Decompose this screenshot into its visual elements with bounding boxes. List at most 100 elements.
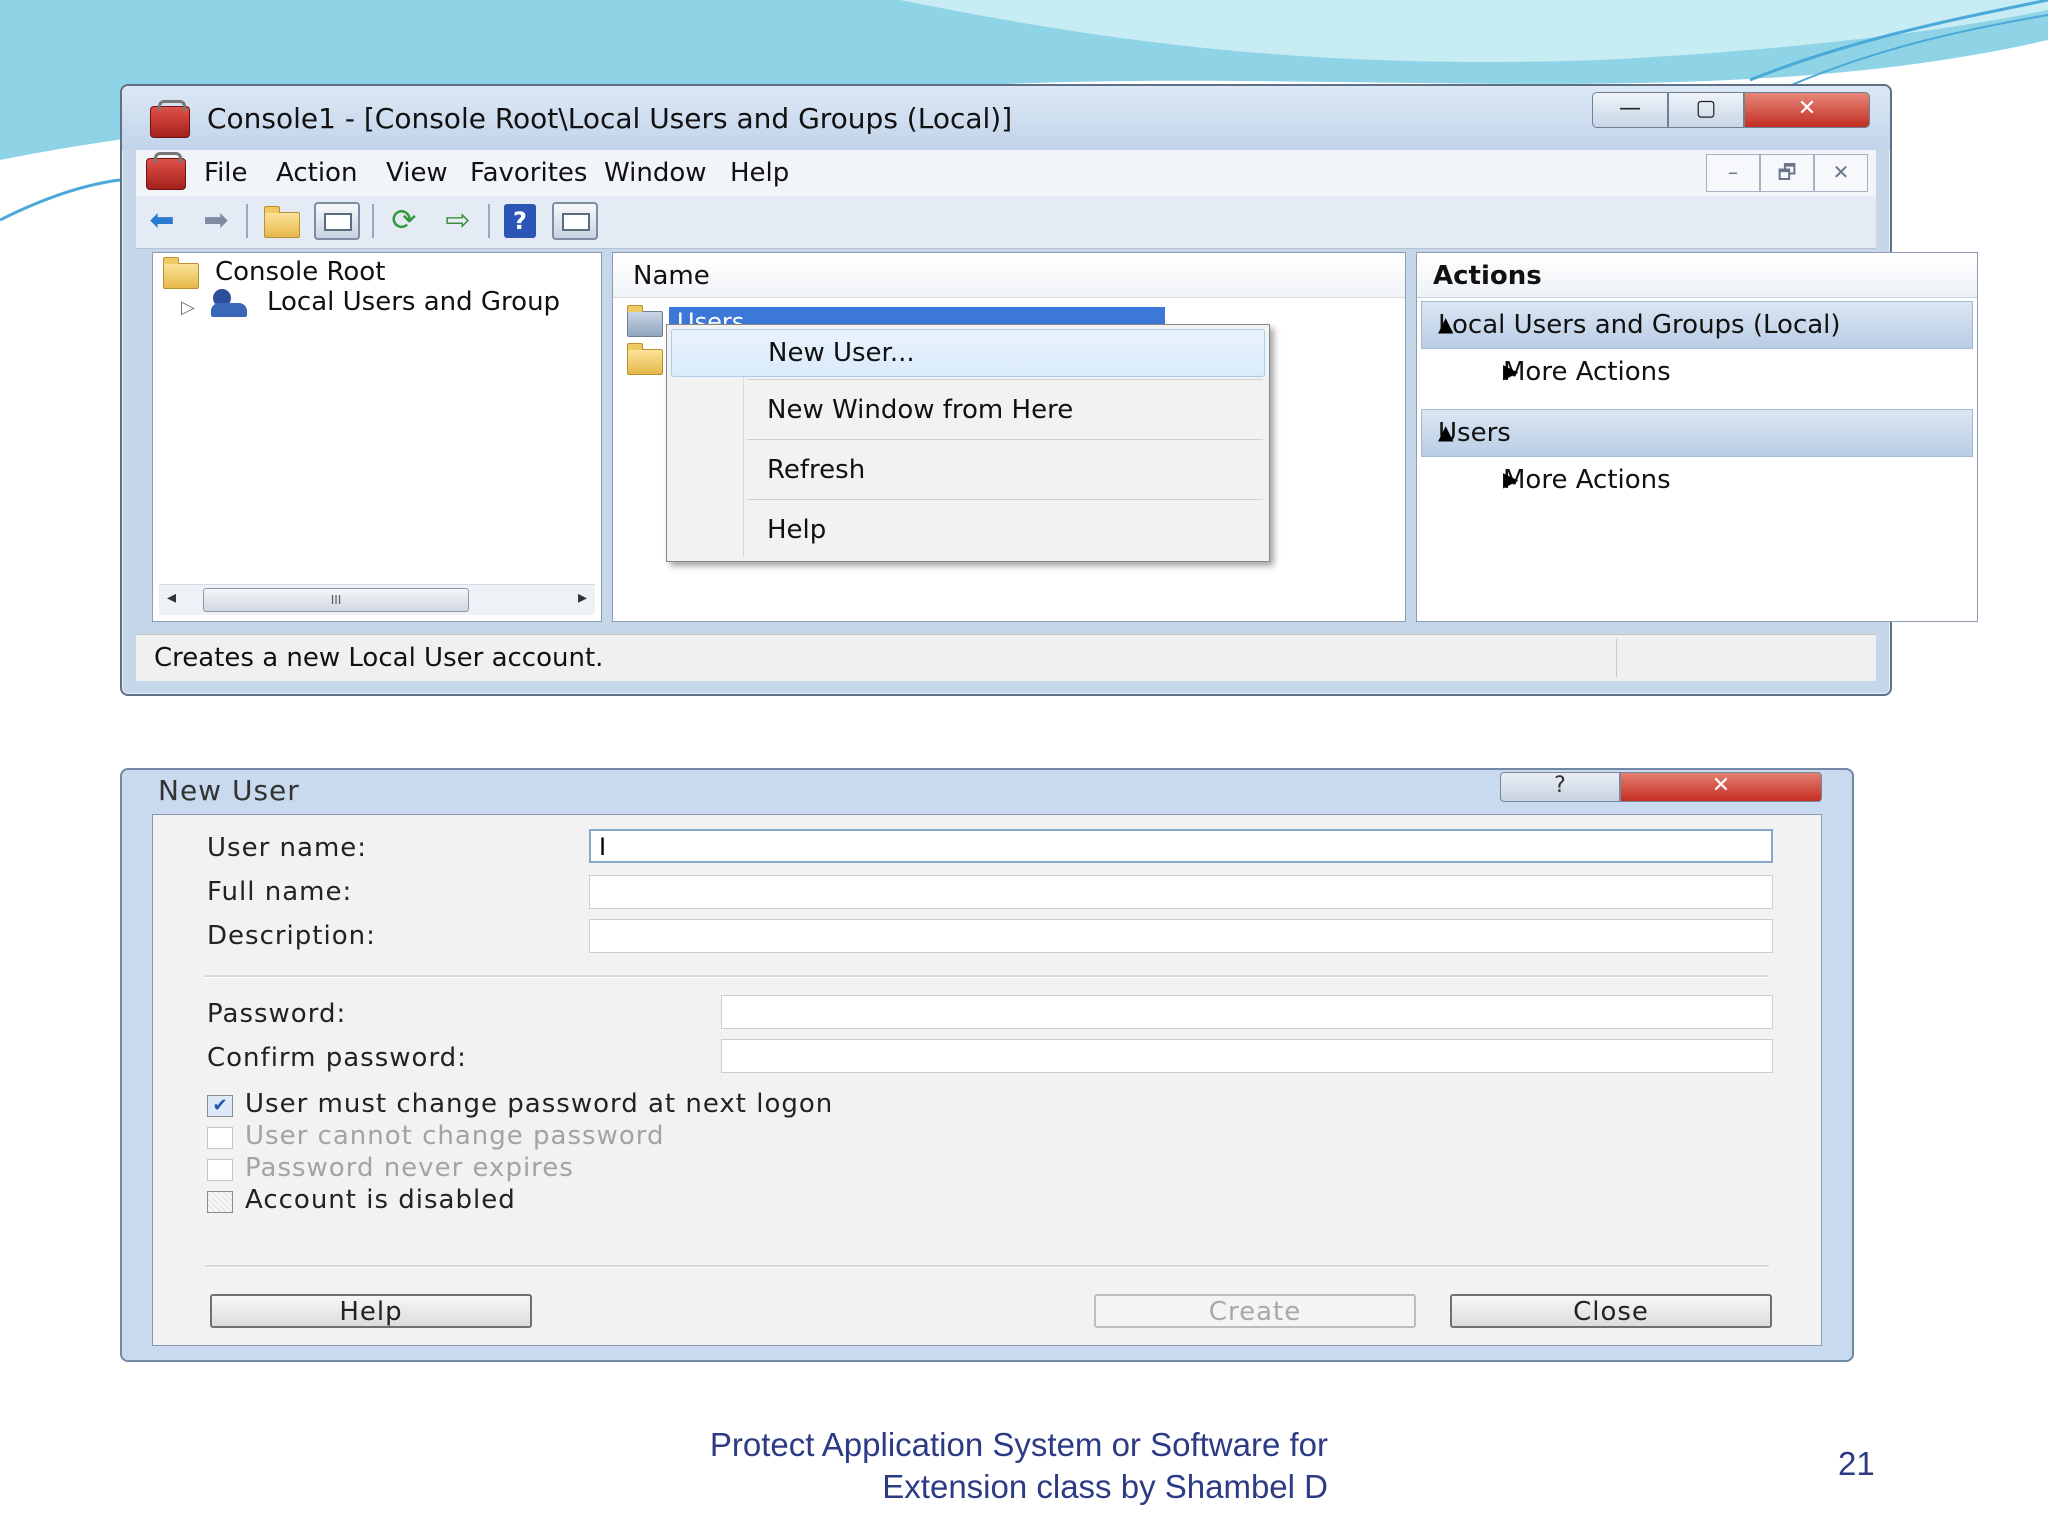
- menu-file[interactable]: File: [204, 158, 248, 188]
- menu-help[interactable]: Help: [730, 158, 789, 188]
- context-item-help[interactable]: Help: [671, 507, 1265, 553]
- forward-arrow-icon[interactable]: ➡: [198, 204, 234, 238]
- account-disabled-checkbox[interactable]: [207, 1191, 233, 1213]
- action-more-actions[interactable]: More Actions ▶: [1421, 351, 1973, 395]
- actions-group-local-users[interactable]: Local Users and Groups (Local) ▲: [1421, 301, 1973, 349]
- back-arrow-icon[interactable]: ⬅: [144, 204, 180, 238]
- tree-item-console-root[interactable]: Console Root: [215, 257, 385, 287]
- toolbar-separator: [488, 204, 490, 238]
- cannot-change-password-label: User cannot change password: [245, 1121, 665, 1151]
- column-header-name[interactable]: Name: [613, 253, 1174, 298]
- full-name-field[interactable]: [589, 875, 1773, 909]
- dialog-help-button[interactable]: ?: [1500, 772, 1620, 802]
- actions-pane: Actions Local Users and Groups (Local) ▲…: [1416, 252, 1978, 622]
- password-label: Password:: [207, 999, 347, 1029]
- show-hide-console-tree-icon[interactable]: [314, 202, 360, 240]
- menu-favorites[interactable]: Favorites: [470, 158, 587, 188]
- refresh-icon[interactable]: ⟳: [386, 204, 422, 238]
- child-restore-button[interactable]: 🗗: [1760, 154, 1814, 192]
- users-group-icon: [211, 289, 249, 317]
- action-more-actions[interactable]: More Actions ▶: [1421, 459, 1973, 503]
- divider: [205, 1265, 1769, 1268]
- slide-footer: Protect Application System or Software f…: [620, 1424, 1328, 1508]
- caption-buttons: — ▢ ✕: [1592, 92, 1870, 128]
- console-tree-pane: Console Root ▷ Local Users and Group ◂ I…: [152, 252, 602, 622]
- menu-window[interactable]: Window: [604, 158, 707, 188]
- divider: [205, 975, 1769, 978]
- show-hide-action-pane-icon[interactable]: [552, 202, 598, 240]
- tree-item-local-users-and-groups[interactable]: Local Users and Group: [267, 287, 560, 317]
- must-change-password-checkbox[interactable]: ✔: [207, 1095, 233, 1117]
- column-header-label: Name: [633, 261, 710, 291]
- help-button[interactable]: Help: [210, 1294, 532, 1328]
- scroll-left-icon[interactable]: ◂: [167, 587, 176, 608]
- dialog-title: New User: [158, 774, 300, 807]
- dialog-body: User name: I Full name: Description: Pas…: [152, 814, 1822, 1346]
- help-icon[interactable]: ?: [504, 204, 536, 238]
- actions-header: Actions: [1417, 253, 1977, 298]
- toolbar-separator: [246, 204, 248, 238]
- new-user-dialog: New User ? ✕ User name: I Full name: Des…: [120, 768, 1854, 1362]
- users-folder-icon: [627, 305, 663, 337]
- dialog-caption-buttons: ? ✕: [1500, 772, 1822, 802]
- menu-view[interactable]: View: [386, 158, 448, 188]
- actions-group-users[interactable]: Users ▲: [1421, 409, 1973, 457]
- submenu-arrow-icon: ▶: [1503, 467, 1519, 491]
- scroll-right-icon[interactable]: ▸: [578, 587, 587, 608]
- folder-icon: [163, 257, 199, 289]
- user-name-field[interactable]: I: [589, 829, 1773, 863]
- confirm-password-label: Confirm password:: [207, 1043, 467, 1073]
- child-close-button[interactable]: ✕: [1814, 154, 1868, 192]
- window-title: Console1 - [Console Root\Local Users and…: [207, 102, 1013, 135]
- toolbar-separator: [372, 204, 374, 238]
- user-name-label: User name:: [207, 833, 368, 863]
- minimize-button[interactable]: —: [1592, 92, 1668, 128]
- collapse-up-icon[interactable]: ▲: [1438, 420, 1956, 444]
- account-disabled-label: Account is disabled: [245, 1185, 516, 1215]
- context-item-new-window[interactable]: New Window from Here: [671, 387, 1265, 433]
- status-text: Creates a new Local User account.: [154, 643, 604, 673]
- status-divider: [1616, 639, 1617, 677]
- child-minimize-button[interactable]: –: [1706, 154, 1760, 192]
- page-number: 21: [1838, 1445, 1875, 1482]
- description-field[interactable]: [589, 919, 1773, 953]
- expand-arrow-icon[interactable]: ▷: [181, 297, 195, 318]
- close-button[interactable]: ✕: [1744, 92, 1870, 128]
- maximize-button[interactable]: ▢: [1668, 92, 1744, 128]
- up-folder-icon[interactable]: [262, 204, 300, 238]
- context-separator: [747, 439, 1263, 440]
- footer-line-2: Extension class by Shambel D: [882, 1468, 1328, 1505]
- context-item-refresh[interactable]: Refresh: [671, 447, 1265, 493]
- context-item-label: Help: [767, 515, 827, 545]
- actions-header-label: Actions: [1433, 261, 1542, 291]
- export-list-icon[interactable]: ⇨: [440, 204, 476, 238]
- toolbar: ⬅ ➡ ⟳ ⇨ ?: [136, 196, 1876, 249]
- description-label: Description:: [207, 921, 376, 951]
- full-name-label: Full name:: [207, 877, 353, 907]
- title-bar[interactable]: Console1 - [Console Root\Local Users and…: [122, 86, 1890, 150]
- cannot-change-password-checkbox[interactable]: [207, 1127, 233, 1149]
- status-bar: Creates a new Local User account.: [136, 634, 1876, 681]
- must-change-password-label: User must change password at next logon: [245, 1089, 834, 1119]
- scroll-thumb[interactable]: III: [203, 588, 469, 612]
- collapse-up-icon[interactable]: ▲: [1438, 312, 1956, 336]
- confirm-password-field[interactable]: [721, 1039, 1773, 1073]
- submenu-arrow-icon: ▶: [1503, 359, 1519, 383]
- context-item-label: New User...: [768, 338, 915, 368]
- groups-folder-icon: [627, 343, 663, 375]
- menu-bar: File Action View Favorites Window Help –…: [136, 150, 1876, 197]
- footer-line-1: Protect Application System or Software f…: [709, 1426, 1328, 1463]
- horizontal-scrollbar[interactable]: ◂ III ▸: [159, 584, 595, 615]
- menu-action[interactable]: Action: [276, 158, 357, 188]
- console-menu-icon[interactable]: [146, 152, 186, 190]
- column-header-empty: [1173, 253, 1405, 298]
- context-menu: New User... New Window from Here Refresh…: [666, 324, 1270, 562]
- create-button[interactable]: Create: [1094, 1294, 1416, 1328]
- password-never-expires-checkbox[interactable]: [207, 1159, 233, 1181]
- context-item-new-user[interactable]: New User...: [671, 329, 1265, 377]
- context-separator: [747, 499, 1263, 500]
- dialog-close-text-button[interactable]: Close: [1450, 1294, 1772, 1328]
- password-field[interactable]: [721, 995, 1773, 1029]
- mdi-child-buttons: – 🗗 ✕: [1706, 154, 1868, 192]
- dialog-close-button[interactable]: ✕: [1620, 772, 1822, 802]
